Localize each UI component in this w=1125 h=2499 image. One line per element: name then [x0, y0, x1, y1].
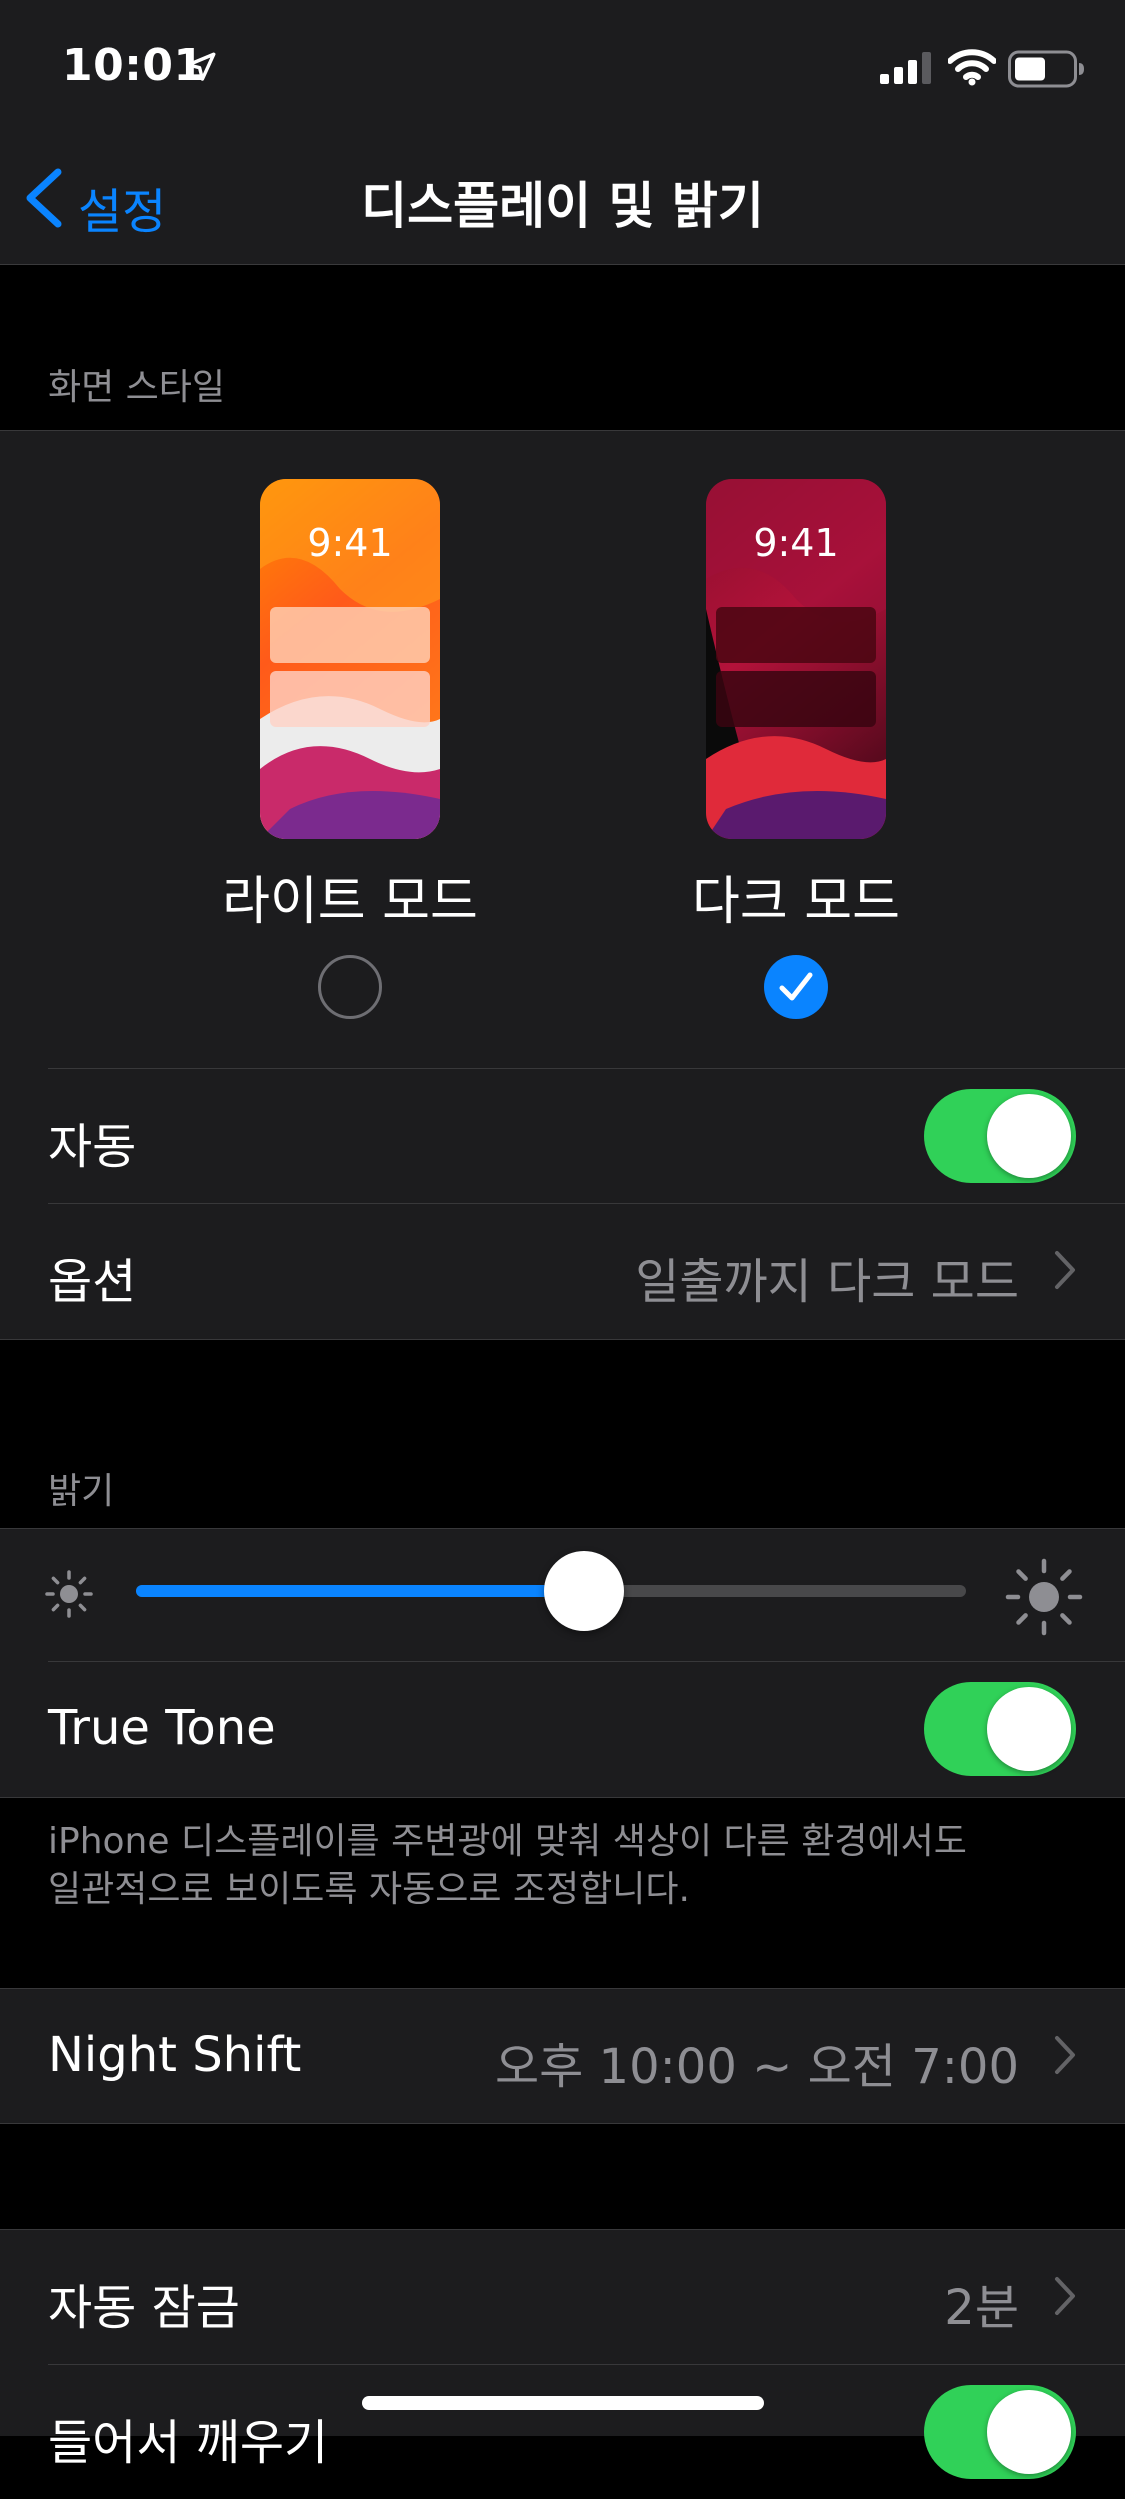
raise-to-wake-toggle[interactable] [924, 2385, 1076, 2479]
chevron-right-icon [1055, 2036, 1075, 2074]
night-shift-label: Night Shift [48, 2027, 302, 2083]
dark-mode-radio[interactable] [764, 955, 828, 1019]
auto-toggle[interactable] [924, 1089, 1076, 1183]
checkmark-icon [779, 972, 813, 1001]
brightness-slider-thumb[interactable] [544, 1551, 624, 1631]
brightness-slider-row [0, 1529, 1125, 1661]
home-indicator [362, 2396, 764, 2410]
light-mode-label: 라이트 모드 [222, 872, 478, 932]
battery-icon [1008, 50, 1084, 88]
auto-row: 자동 [0, 1069, 1125, 1203]
raise-to-wake-row: 들어서 깨우기 [0, 2365, 1125, 2499]
raise-to-wake-label: 들어서 깨우기 [48, 2415, 329, 2471]
chevron-right-icon [1055, 1251, 1075, 1289]
page-title: 디스플레이 및 밝기 [361, 177, 764, 235]
night-shift-row[interactable]: Night Shift 오후 10:00 ~ 오전 7:00 [0, 1989, 1125, 2123]
light-preview-time: 9:41 [307, 521, 393, 565]
true-tone-label: True Tone [48, 1700, 276, 1756]
section-header-brightness: 밝기 [48, 1471, 115, 1512]
toggle-knob [987, 1687, 1071, 1771]
status-bar: 10:01 [0, 0, 1125, 132]
location-arrow-icon [186, 52, 216, 81]
brightness-group: True Tone [0, 1529, 1125, 1797]
true-tone-footer-line2: 일관적으로 보이도록 자동으로 조정합니다. [48, 1869, 690, 1910]
true-tone-toggle[interactable] [924, 1682, 1076, 1776]
navigation-bar: 설정 디스플레이 및 밝기 [0, 132, 1125, 265]
auto-lock-value: 2분 [944, 2280, 1019, 2336]
options-row[interactable]: 옵션 일출까지 다크 모드 [0, 1204, 1125, 1338]
options-value: 일출까지 다크 모드 [635, 1254, 1019, 1310]
true-tone-row: True Tone [0, 1662, 1125, 1796]
dark-mode-preview[interactable]: 9:41 [706, 479, 886, 839]
auto-lock-row[interactable]: 자동 잠금 2분 [0, 2230, 1125, 2364]
auto-lock-label: 자동 잠금 [48, 2280, 240, 2336]
brightness-slider-fill [136, 1585, 584, 1597]
divider [0, 2123, 1125, 2124]
cellular-signal-icon [880, 52, 931, 84]
toggle-knob [987, 2390, 1071, 2474]
divider [0, 1797, 1125, 1798]
true-tone-footer: iPhone 디스플레이를 주변광에 맞춰 색상이 다른 환경에서도 일관적으로… [48, 1818, 1078, 1914]
dark-mode-label: 다크 모드 [692, 872, 900, 932]
night-shift-value: 오후 10:00 ~ 오전 7:00 [494, 2039, 1019, 2095]
dark-preview-time: 9:41 [753, 521, 839, 565]
chevron-right-icon [1055, 2277, 1075, 2315]
light-mode-radio[interactable] [318, 955, 382, 1019]
wifi-icon [948, 49, 996, 86]
appearance-group: 9:41 라이트 모드 9:41 다크 모드 자동 옵션 일출까지 다크 모드 [0, 431, 1125, 1339]
light-mode-preview[interactable]: 9:41 [260, 479, 440, 839]
sun-large-icon [1005, 1558, 1083, 1636]
sun-small-icon [45, 1570, 93, 1618]
auto-label: 자동 [48, 1119, 137, 1175]
toggle-knob [987, 1094, 1071, 1178]
divider [0, 1339, 1125, 1340]
options-label: 옵션 [48, 1254, 137, 1310]
true-tone-footer-line1: iPhone 디스플레이를 주변광에 맞춰 색상이 다른 환경에서도 [48, 1821, 967, 1862]
section-header-appearance: 화면 스타일 [48, 367, 226, 408]
